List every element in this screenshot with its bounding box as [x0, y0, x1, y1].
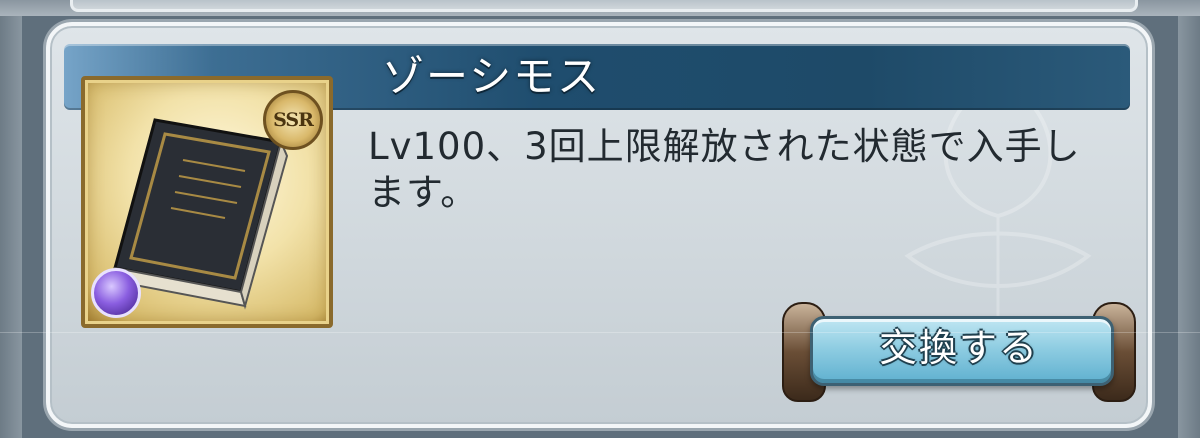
previous-card-edge — [0, 0, 1200, 16]
item-description: Lv100、3回上限解放された状態で入手します。 — [368, 125, 1081, 214]
rarity-label: SSR — [273, 109, 314, 131]
item-thumbnail[interactable]: SSR — [81, 76, 333, 328]
item-name: ゾーシモス — [382, 52, 602, 101]
dark-element-icon — [91, 268, 141, 318]
exchange-button[interactable]: 交換する — [774, 296, 1144, 406]
exchange-item-card: ゾーシモス SSR Lv100、3回上限解放された状態で入手します。 交換する — [46, 22, 1152, 428]
side-panel-right — [1178, 16, 1200, 438]
ssr-badge-icon: SSR — [263, 90, 323, 150]
side-panel-left — [0, 16, 22, 438]
exchange-button-label: 交換する — [878, 326, 1039, 370]
divider — [0, 332, 1200, 333]
